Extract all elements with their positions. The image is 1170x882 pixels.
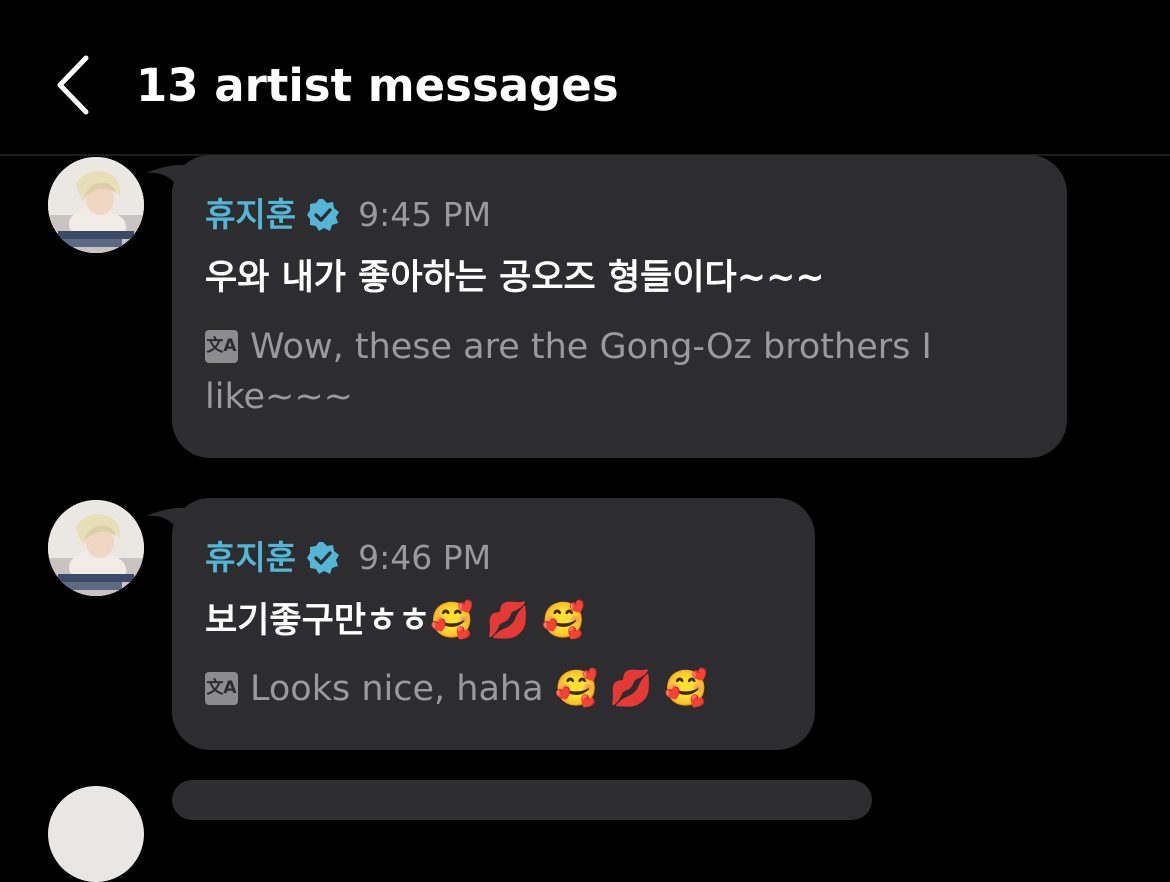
back-button[interactable] [44, 50, 104, 120]
avatar[interactable] [48, 500, 144, 596]
message-translation: 文A Wow, these are the Gong-Oz brothers I … [205, 322, 932, 422]
message-meta: 휴지훈 9:46 PM [205, 538, 491, 578]
translation-line-2: like~~~ [205, 377, 353, 417]
verified-badge-icon [306, 541, 340, 575]
translate-icon: 文A [205, 672, 238, 705]
verified-badge-icon [306, 198, 340, 232]
message-translation: 文A Looks nice, haha 🥰 💋 🥰 [205, 664, 708, 714]
message-bubble[interactable] [172, 780, 872, 820]
message-item: 휴지훈 9:46 PM 보기좋구만ㅎㅎ🥰 💋 🥰 文A Looks nice, h… [0, 498, 1170, 753]
message-bubble[interactable]: 휴지훈 9:46 PM 보기좋구만ㅎㅎ🥰 💋 🥰 文A Looks nice, h… [172, 498, 815, 750]
sender-name[interactable]: 휴지훈 [205, 538, 296, 578]
avatar-image [48, 500, 144, 596]
message-text: 보기좋구만ㅎㅎ🥰 💋 🥰 [205, 601, 586, 641]
message-bubble[interactable]: 휴지훈 9:45 PM 우와 내가 좋아하는 공오즈 형들이다~~~ 文A Wow… [172, 155, 1067, 458]
top-bar: 13 artist messages [0, 0, 1170, 156]
message-time: 9:46 PM [358, 538, 492, 577]
message-text: 우와 내가 좋아하는 공오즈 형들이다~~~ [205, 258, 825, 298]
chevron-left-icon [57, 55, 89, 115]
avatar[interactable] [48, 786, 144, 882]
translation-line-1: Looks nice, haha 🥰 💋 🥰 [250, 669, 708, 709]
translation-line-1: Wow, these are the Gong-Oz brothers I [250, 327, 932, 367]
page-title: 13 artist messages [136, 59, 619, 112]
sender-name[interactable]: 휴지훈 [205, 195, 296, 235]
message-meta: 휴지훈 9:45 PM [205, 195, 491, 235]
avatar[interactable] [48, 157, 144, 253]
avatar-image [48, 157, 144, 253]
translate-icon: 文A [205, 330, 238, 363]
message-time: 9:45 PM [358, 195, 492, 234]
message-item: 휴지훈 9:45 PM 우와 내가 좋아하는 공오즈 형들이다~~~ 文A Wow… [0, 155, 1170, 465]
